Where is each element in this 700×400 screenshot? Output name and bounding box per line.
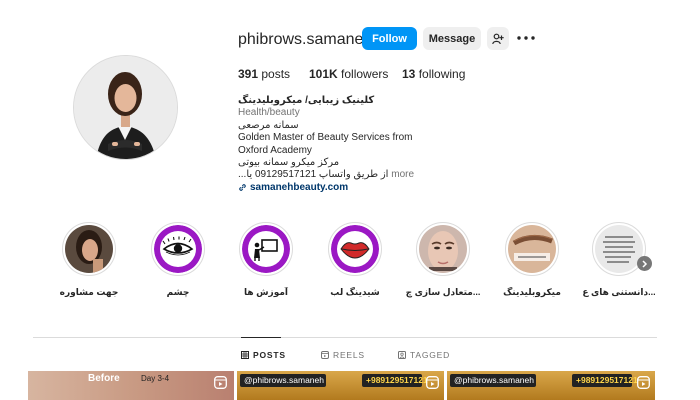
post-thumbnail[interactable]: @phibrows.samaneh +989129517121 (447, 371, 655, 400)
followers-label: followers (341, 67, 389, 81)
highlight-item[interactable]: چشم (139, 222, 217, 298)
highlight-label: چشم (166, 287, 190, 297)
bio-line: از طریق واتساپ 09129517121 یا... (238, 169, 389, 181)
post-handle-text: @phibrows.samaneh (244, 375, 324, 385)
profile-username: phibrows.samaneh (238, 31, 373, 48)
highlight-label: جهت مشاوره (59, 287, 119, 297)
highlights-next-button[interactable] (637, 256, 652, 271)
post-thumbnail[interactable]: @phibrows.samaneh +989129517121 (237, 371, 444, 400)
story-highlights: جهت مشاوره چشم آموزش ها شیدینگ لب متعادل… (50, 222, 660, 302)
highlight-item[interactable]: شیدینگ لب (316, 222, 394, 298)
face-photo-icon (419, 225, 467, 273)
ellipsis-icon (517, 36, 535, 40)
post-handle-text: @phibrows.samaneh (454, 375, 534, 385)
message-button[interactable]: Message (423, 27, 481, 50)
post-thumbnail[interactable]: Before Day 3-4 (28, 371, 234, 400)
post-phone-text: +989129517121 (366, 375, 428, 385)
bio-line: مرکز میکرو سمانه بیوتی (238, 156, 340, 168)
highlight-cover (62, 222, 116, 276)
highlight-label: دانستنی های ع... (582, 287, 656, 297)
tabs-divider (33, 337, 657, 338)
highlight-cover (328, 222, 382, 276)
tab-reels-label: REELS (333, 350, 365, 360)
lips-icon (331, 225, 379, 273)
highlight-item[interactable]: متعادل سازی چ... (404, 222, 482, 298)
highlight-cover (151, 222, 205, 276)
post-phone-text: +989129517121 (576, 375, 638, 385)
bio-line-truncated: از طریق واتساپ 09129517121 یا... more (238, 169, 538, 181)
highlight-cover (239, 222, 293, 276)
tab-reels[interactable]: REELS (321, 350, 365, 360)
teacher-board-icon (242, 225, 290, 273)
tab-posts[interactable]: POSTS (241, 350, 286, 360)
highlight-label: میکروبلیدینگ (503, 287, 561, 297)
tag-icon (398, 351, 406, 359)
reel-icon (637, 376, 650, 389)
followers-count: 101K (309, 67, 338, 81)
bio-line: سمانه مرصعی (238, 119, 299, 131)
add-person-icon (492, 33, 504, 44)
bio-line: Oxford Academy (238, 144, 312, 156)
grid-icon (241, 351, 249, 359)
following-label: following (418, 67, 466, 81)
post-overlay-text: Day 3-4 (141, 374, 170, 383)
more-options-button[interactable] (515, 29, 537, 47)
highlight-label: شیدینگ لب (330, 287, 380, 297)
profile-category: Health/beauty (238, 107, 300, 119)
posts-count: 391 (238, 67, 259, 81)
suggested-users-button[interactable] (487, 27, 509, 50)
eyebrow-photo-icon (508, 225, 556, 273)
text-card-photo-icon (595, 225, 643, 273)
tab-tagged[interactable]: TAGGED (398, 350, 450, 360)
followers-stat[interactable]: 101K followers (309, 67, 388, 81)
highlight-label: متعادل سازی چ... (405, 287, 481, 297)
profile-website-text: samanehbeauty.com (250, 181, 349, 193)
following-count: 13 (402, 67, 416, 81)
link-icon (239, 184, 246, 192)
reel-icon (426, 376, 439, 389)
reels-icon (321, 351, 329, 359)
active-tab-indicator (241, 337, 281, 338)
highlight-item[interactable]: جهت مشاوره (50, 222, 128, 298)
post-overlay-text: Before (88, 373, 120, 384)
bio-more-link[interactable]: more (391, 169, 414, 180)
eye-icon (154, 225, 202, 273)
posts-label: posts (261, 67, 291, 81)
profile-full-name: کلینیک زیبایی/ میکروبلیدینگ (238, 95, 375, 106)
highlight-item[interactable]: میکروبلیدینگ (493, 222, 571, 298)
reel-icon (214, 376, 227, 389)
highlight-item[interactable]: آموزش ها (227, 222, 305, 298)
tab-posts-label: POSTS (253, 350, 286, 360)
bio-line: Golden Master of Beauty Services from (238, 132, 413, 144)
profile-avatar[interactable] (73, 55, 178, 160)
follow-button[interactable]: Follow (362, 27, 417, 50)
highlight-cover (505, 222, 559, 276)
profile-bio: کلینیک زیبایی/ میکروبلیدینگ Health/beaut… (238, 95, 538, 194)
portrait-photo-icon (65, 225, 113, 273)
chevron-right-icon (642, 259, 648, 268)
following-stat[interactable]: 13 following (402, 67, 465, 81)
posts-stat: 391 posts (238, 67, 290, 81)
tab-tagged-label: TAGGED (410, 350, 451, 360)
highlight-label: آموزش ها (243, 287, 289, 297)
profile-website[interactable]: samanehbeauty.com (238, 182, 538, 194)
highlight-cover (416, 222, 470, 276)
